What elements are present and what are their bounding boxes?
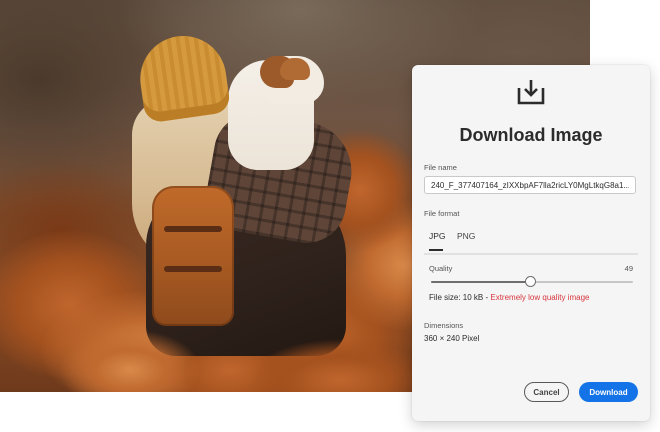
- download-icon: [517, 80, 545, 105]
- quality-slider-fill: [431, 281, 530, 283]
- beanie-hat: [134, 30, 232, 124]
- file-format-tabs: JPG PNG: [424, 225, 638, 255]
- file-format-label: File format: [424, 209, 460, 218]
- tab-jpg[interactable]: JPG: [429, 231, 446, 241]
- file-name-label: File name: [424, 163, 457, 172]
- quality-label: Quality: [429, 264, 453, 273]
- file-name-input[interactable]: [424, 176, 636, 194]
- cancel-button[interactable]: Cancel: [524, 382, 569, 402]
- download-button[interactable]: Download: [579, 382, 638, 402]
- quality-slider[interactable]: [431, 275, 633, 289]
- backpack: [152, 186, 234, 326]
- tab-png[interactable]: PNG: [457, 231, 475, 241]
- file-size-value: File size: 10 kB -: [429, 293, 491, 302]
- hiker-figure: [110, 30, 370, 356]
- dialog-title: Download Image: [459, 125, 603, 145]
- download-dialog: Download Image File name File format JPG…: [412, 65, 650, 421]
- dimensions-label: Dimensions: [424, 321, 464, 330]
- dimensions-value: 360 × 240 Pixel: [424, 334, 480, 343]
- quality-value: 49: [624, 264, 633, 273]
- quality-warning: Extremely low quality image: [490, 293, 590, 302]
- tab-selected-indicator: [429, 249, 443, 251]
- quality-slider-thumb[interactable]: [524, 276, 536, 287]
- file-size-text: File size: 10 kB - Extremely low quality…: [429, 293, 590, 302]
